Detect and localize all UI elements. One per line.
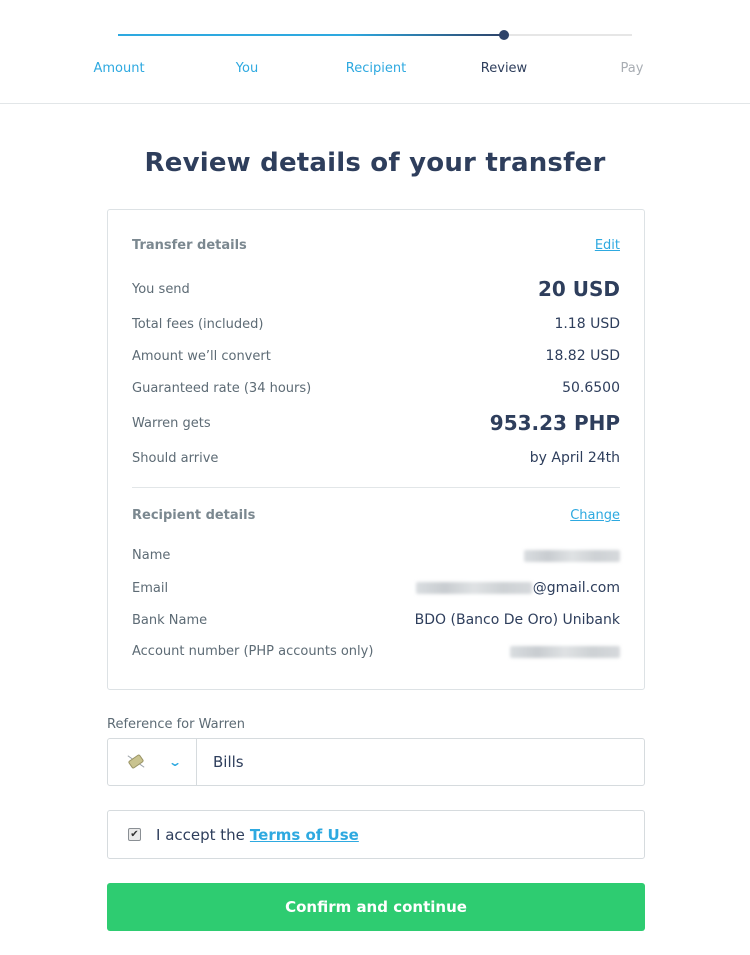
email-domain: @gmail.com bbox=[532, 580, 620, 596]
detail-label: Account number (PHP accounts only) bbox=[132, 644, 374, 659]
progress-track bbox=[118, 30, 632, 40]
money-with-wings-icon bbox=[126, 753, 146, 771]
recipient-row-name: Name bbox=[132, 548, 620, 563]
recipient-row-bank: Bank Name BDO (Banco De Oro) Unibank bbox=[132, 612, 620, 628]
redacted-email-user bbox=[415, 582, 532, 594]
reference-category-dropdown[interactable]: ⌄ bbox=[108, 739, 197, 785]
edit-transfer-link[interactable]: Edit bbox=[595, 238, 620, 253]
detail-row-you-send: You send 20 USD bbox=[132, 277, 620, 301]
recipient-row-account: Account number (PHP accounts only) bbox=[132, 644, 620, 659]
redacted-account-number bbox=[510, 645, 620, 658]
step-recipient[interactable]: Recipient bbox=[346, 61, 406, 76]
step-amount[interactable]: Amount bbox=[93, 61, 144, 76]
step-pay: Pay bbox=[620, 61, 644, 76]
chevron-down-icon: ⌄ bbox=[167, 755, 183, 769]
detail-label: Warren gets bbox=[132, 415, 211, 431]
transfer-details-header: Transfer details Edit bbox=[132, 238, 620, 253]
page-title: Review details of your transfer bbox=[144, 148, 606, 178]
detail-label: Total fees (included) bbox=[132, 316, 264, 332]
detail-row-convert: Amount we’ll convert 18.82 USD bbox=[132, 348, 620, 364]
fees-value: 1.18 USD bbox=[554, 316, 620, 332]
detail-row-arrival: Should arrive by April 24th bbox=[132, 450, 620, 466]
recipient-details-heading: Recipient details bbox=[132, 508, 256, 523]
detail-label: Amount we’ll convert bbox=[132, 348, 271, 364]
section-divider bbox=[132, 487, 620, 488]
detail-row-recipient-gets: Warren gets 953.23 PHP bbox=[132, 411, 620, 435]
reference-input[interactable] bbox=[197, 739, 644, 785]
detail-label: Bank Name bbox=[132, 612, 208, 628]
progress-stepper: Amount You Recipient Review Pay bbox=[0, 0, 750, 104]
recipient-details-header: Recipient details Change bbox=[132, 508, 620, 523]
arrival-value: by April 24th bbox=[529, 450, 620, 466]
change-recipient-link[interactable]: Change bbox=[570, 508, 620, 523]
reference-label: Reference for Warren bbox=[107, 717, 246, 732]
redacted-name bbox=[524, 549, 620, 562]
bank-name-value: BDO (Banco De Oro) Unibank bbox=[414, 612, 620, 628]
reference-field: ⌄ bbox=[107, 738, 645, 786]
detail-label: Email bbox=[132, 580, 169, 596]
confirm-and-continue-button[interactable]: Confirm and continue bbox=[107, 883, 645, 931]
recipient-gets-value: 953.23 PHP bbox=[489, 411, 620, 435]
recipient-row-email: Email @gmail.com bbox=[132, 580, 620, 596]
step-you[interactable]: You bbox=[236, 61, 258, 76]
detail-label: You send bbox=[132, 281, 190, 297]
convert-value: 18.82 USD bbox=[545, 348, 620, 364]
transfer-summary-card: Transfer details Edit You send 20 USD To… bbox=[107, 209, 645, 690]
progress-current-dot bbox=[498, 30, 509, 40]
detail-row-rate: Guaranteed rate (34 hours) 50.6500 bbox=[132, 380, 620, 396]
detail-label: Guaranteed rate (34 hours) bbox=[132, 380, 312, 396]
detail-label: Should arrive bbox=[132, 450, 219, 466]
progress-fill bbox=[118, 34, 504, 36]
rate-value: 50.6500 bbox=[562, 380, 620, 396]
detail-row-fees: Total fees (included) 1.18 USD bbox=[132, 316, 620, 332]
transfer-details-heading: Transfer details bbox=[132, 238, 247, 253]
detail-label: Name bbox=[132, 548, 171, 563]
step-review: Review bbox=[480, 61, 528, 76]
terms-of-use-link[interactable]: Terms of Use bbox=[250, 826, 359, 844]
terms-checkbox[interactable]: ✔ bbox=[128, 828, 141, 841]
terms-box: ✔ I accept the Terms of Use bbox=[107, 810, 645, 859]
terms-text: I accept the bbox=[156, 825, 245, 844]
you-send-value: 20 USD bbox=[537, 277, 620, 301]
